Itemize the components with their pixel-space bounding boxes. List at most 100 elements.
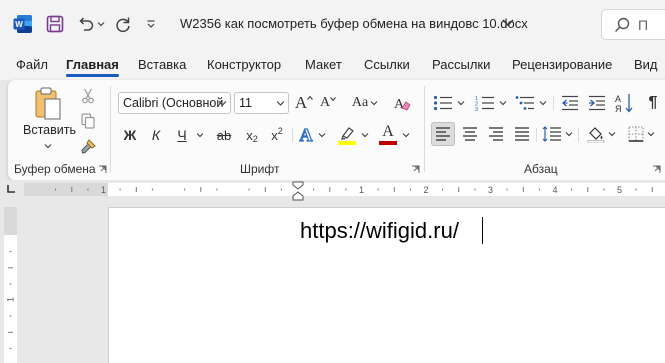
ruler-tick (474, 188, 476, 191)
strikethrough-button[interactable]: ab (213, 124, 235, 146)
underline-chevron-icon[interactable] (196, 131, 204, 139)
ruler-tick (200, 187, 202, 192)
shading-button[interactable] (584, 122, 618, 146)
highlight-chevron-icon[interactable] (361, 131, 369, 139)
tab-references[interactable]: Ссылки (364, 57, 410, 72)
ruler-tick (313, 188, 315, 191)
undo-button[interactable] (74, 12, 108, 36)
multilevel-list-button[interactable] (513, 92, 549, 114)
undo-icon (79, 17, 94, 31)
show-formatting-marks-button[interactable]: ¶ (644, 92, 662, 114)
tab-review[interactable]: Рецензирование (512, 57, 612, 72)
chevron-down-icon (647, 132, 654, 137)
indent-markers-icon[interactable] (292, 181, 304, 201)
paragraph-row-separator (553, 96, 554, 110)
chevron-down-icon (370, 101, 378, 106)
horizontal-ruler-ticks: 1 1 2 3 4 5 (55, 185, 653, 195)
chevron-down-icon (499, 101, 507, 106)
clear-formatting-icon: A (394, 97, 411, 112)
paragraph-dialog-launcher-icon[interactable] (652, 165, 661, 174)
format-painter-button[interactable] (79, 137, 97, 155)
copy-button[interactable] (80, 112, 96, 130)
increase-indent-button[interactable] (585, 92, 609, 114)
copy-icon (81, 113, 95, 129)
shrink-font-button[interactable]: A (319, 92, 337, 114)
ruler-tick (87, 188, 89, 191)
align-right-button[interactable] (484, 122, 508, 146)
font-color-swatch (379, 140, 397, 145)
highlight-button[interactable] (336, 124, 358, 146)
svg-text:A: A (394, 97, 405, 112)
paste-chevron-icon[interactable] (44, 142, 52, 150)
customize-qat-button[interactable] (144, 12, 158, 36)
tab-mailings[interactable]: Рассылки (432, 57, 490, 72)
font-color-chevron-icon[interactable] (402, 131, 410, 139)
highlighter-icon (338, 127, 356, 145)
tab-view[interactable]: Вид (634, 57, 658, 72)
borders-icon (628, 126, 643, 142)
vertical-ruler-tick (9, 251, 12, 253)
document-title[interactable]: W2356 как посмотреть буфер обмена на вин… (180, 16, 528, 31)
numbering-button[interactable]: 1 2 3 (473, 92, 509, 114)
text-effects-chevron-icon[interactable] (318, 131, 326, 139)
tab-home[interactable]: Главная (66, 57, 119, 72)
line-spacing-button[interactable] (540, 122, 574, 146)
chevron-down-icon (539, 101, 547, 106)
ruler-tick (135, 187, 137, 192)
align-left-icon (436, 127, 450, 141)
grow-font-button[interactable]: A (294, 92, 314, 114)
save-button[interactable] (44, 12, 66, 36)
tab-layout[interactable]: Макет (305, 57, 342, 72)
ruler-number: 1 (101, 185, 106, 195)
font-color-button[interactable]: A (377, 122, 399, 146)
underline-button[interactable]: Ч (172, 124, 192, 146)
bullets-button[interactable] (431, 92, 467, 114)
chevron-down-icon (457, 101, 465, 106)
font-size-combobox[interactable]: 11 (234, 92, 289, 114)
search-icon (615, 17, 630, 32)
numbered-list-icon: 1 2 3 (475, 96, 494, 111)
tab-insert[interactable]: Вставка (138, 57, 186, 72)
cut-button[interactable] (80, 87, 96, 105)
decrease-indent-button[interactable] (558, 92, 582, 114)
search-input[interactable]: П (601, 9, 665, 40)
chevron-down-icon (608, 132, 615, 137)
justify-icon (515, 127, 529, 141)
sort-button[interactable]: А Я (613, 91, 635, 115)
ruler-tick (571, 188, 573, 191)
borders-button[interactable] (624, 122, 658, 146)
document-body-text[interactable]: https://wifigid.ru/ (300, 218, 459, 244)
redo-button[interactable] (112, 12, 134, 36)
vertical-ruler-tick (8, 331, 13, 333)
text-effects-button[interactable]: A (296, 124, 316, 146)
italic-button[interactable]: К (146, 124, 166, 146)
ruler-tick (55, 188, 57, 191)
font-size-value: 11 (239, 96, 252, 110)
clear-formatting-button[interactable]: A (392, 92, 412, 114)
subscript-button[interactable]: x2 (241, 124, 263, 146)
change-case-button[interactable]: Aa (348, 92, 382, 114)
line-spacing-icon (542, 126, 561, 142)
decrease-indent-icon (562, 95, 578, 111)
paste-label[interactable]: Вставить (23, 123, 76, 137)
tab-design[interactable]: Конструктор (207, 57, 281, 72)
sort-icon: А Я (615, 94, 633, 114)
align-center-button[interactable] (458, 122, 482, 146)
clipboard-dialog-launcher-icon[interactable] (98, 165, 107, 174)
align-left-button[interactable] (431, 122, 455, 146)
paste-button[interactable] (28, 86, 68, 122)
font-name-combobox[interactable]: Calibri (Основной (118, 92, 231, 114)
font-row-separator (292, 128, 293, 142)
chevron-down-icon[interactable] (500, 14, 516, 32)
ruler-tick (329, 187, 331, 192)
font-dialog-launcher-icon[interactable] (411, 165, 420, 174)
tab-file[interactable]: Файл (16, 57, 48, 72)
bold-button[interactable]: Ж (120, 124, 140, 146)
paragraph-row-separator (578, 128, 579, 142)
justify-button[interactable] (510, 122, 534, 146)
word-logo-icon[interactable]: W (13, 14, 33, 34)
ruler-tick (538, 188, 540, 191)
ruler-tick (71, 187, 73, 192)
grow-font-glyph: A (294, 93, 308, 112)
superscript-button[interactable]: x2 (266, 124, 288, 146)
